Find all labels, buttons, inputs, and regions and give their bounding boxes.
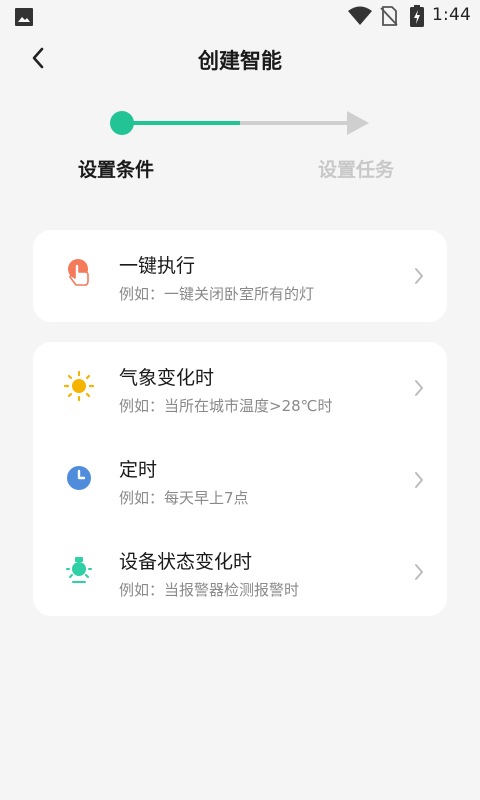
stepper: 设置条件 设置任务 [0,100,480,190]
trigger-desc: 例如：当所在城市温度>28℃时 [119,397,333,415]
trigger-title: 定时 [119,459,158,481]
trigger-row-timer[interactable]: 定时 例如：每天早上7点 [33,434,447,526]
gallery-icon [14,7,34,31]
chevron-right-icon [415,472,423,488]
status-bar: 1:44 [0,0,480,32]
trigger-title: 气象变化时 [119,367,215,389]
status-time: 1:44 [432,5,471,25]
trigger-row-one-tap[interactable]: 一键执行 例如：一键关闭卧室所有的灯 [33,230,447,322]
step-arrow-icon [347,111,369,135]
trigger-desc: 例如：一键关闭卧室所有的灯 [119,285,315,303]
trigger-title: 设备状态变化时 [119,551,253,573]
clock-icon [63,462,95,494]
wifi-icon [348,6,372,30]
device-bulb-icon [63,554,95,586]
no-sim-icon [380,6,398,30]
step-label-conditions: 设置条件 [78,159,155,181]
trigger-row-weather[interactable]: 气象变化时 例如：当所在城市温度>28℃时 [33,342,447,434]
trigger-desc: 例如：当报警器检测报警时 [119,581,300,599]
battery-charging-icon [410,5,424,31]
trigger-row-device-state[interactable]: 设备状态变化时 例如：当报警器检测报警时 [33,526,447,618]
step-progress-inactive [240,121,352,125]
chevron-right-icon [415,380,423,396]
trigger-card-manual: 一键执行 例如：一键关闭卧室所有的灯 [33,230,447,322]
chevron-right-icon [415,268,423,284]
sun-icon [63,370,95,402]
trigger-title: 一键执行 [119,255,196,277]
trigger-card-conditions: 气象变化时 例如：当所在城市温度>28℃时 定时 例如：每天早上7点 设备状态变… [33,342,447,616]
header: 创建智能 [0,32,480,88]
step-dot-active [110,111,134,135]
tap-hand-icon [63,258,95,290]
step-progress-active [130,121,240,125]
chevron-right-icon [415,564,423,580]
page-title: 创建智能 [198,49,282,73]
trigger-desc: 例如：每天早上7点 [119,489,249,507]
step-label-tasks: 设置任务 [318,159,395,181]
